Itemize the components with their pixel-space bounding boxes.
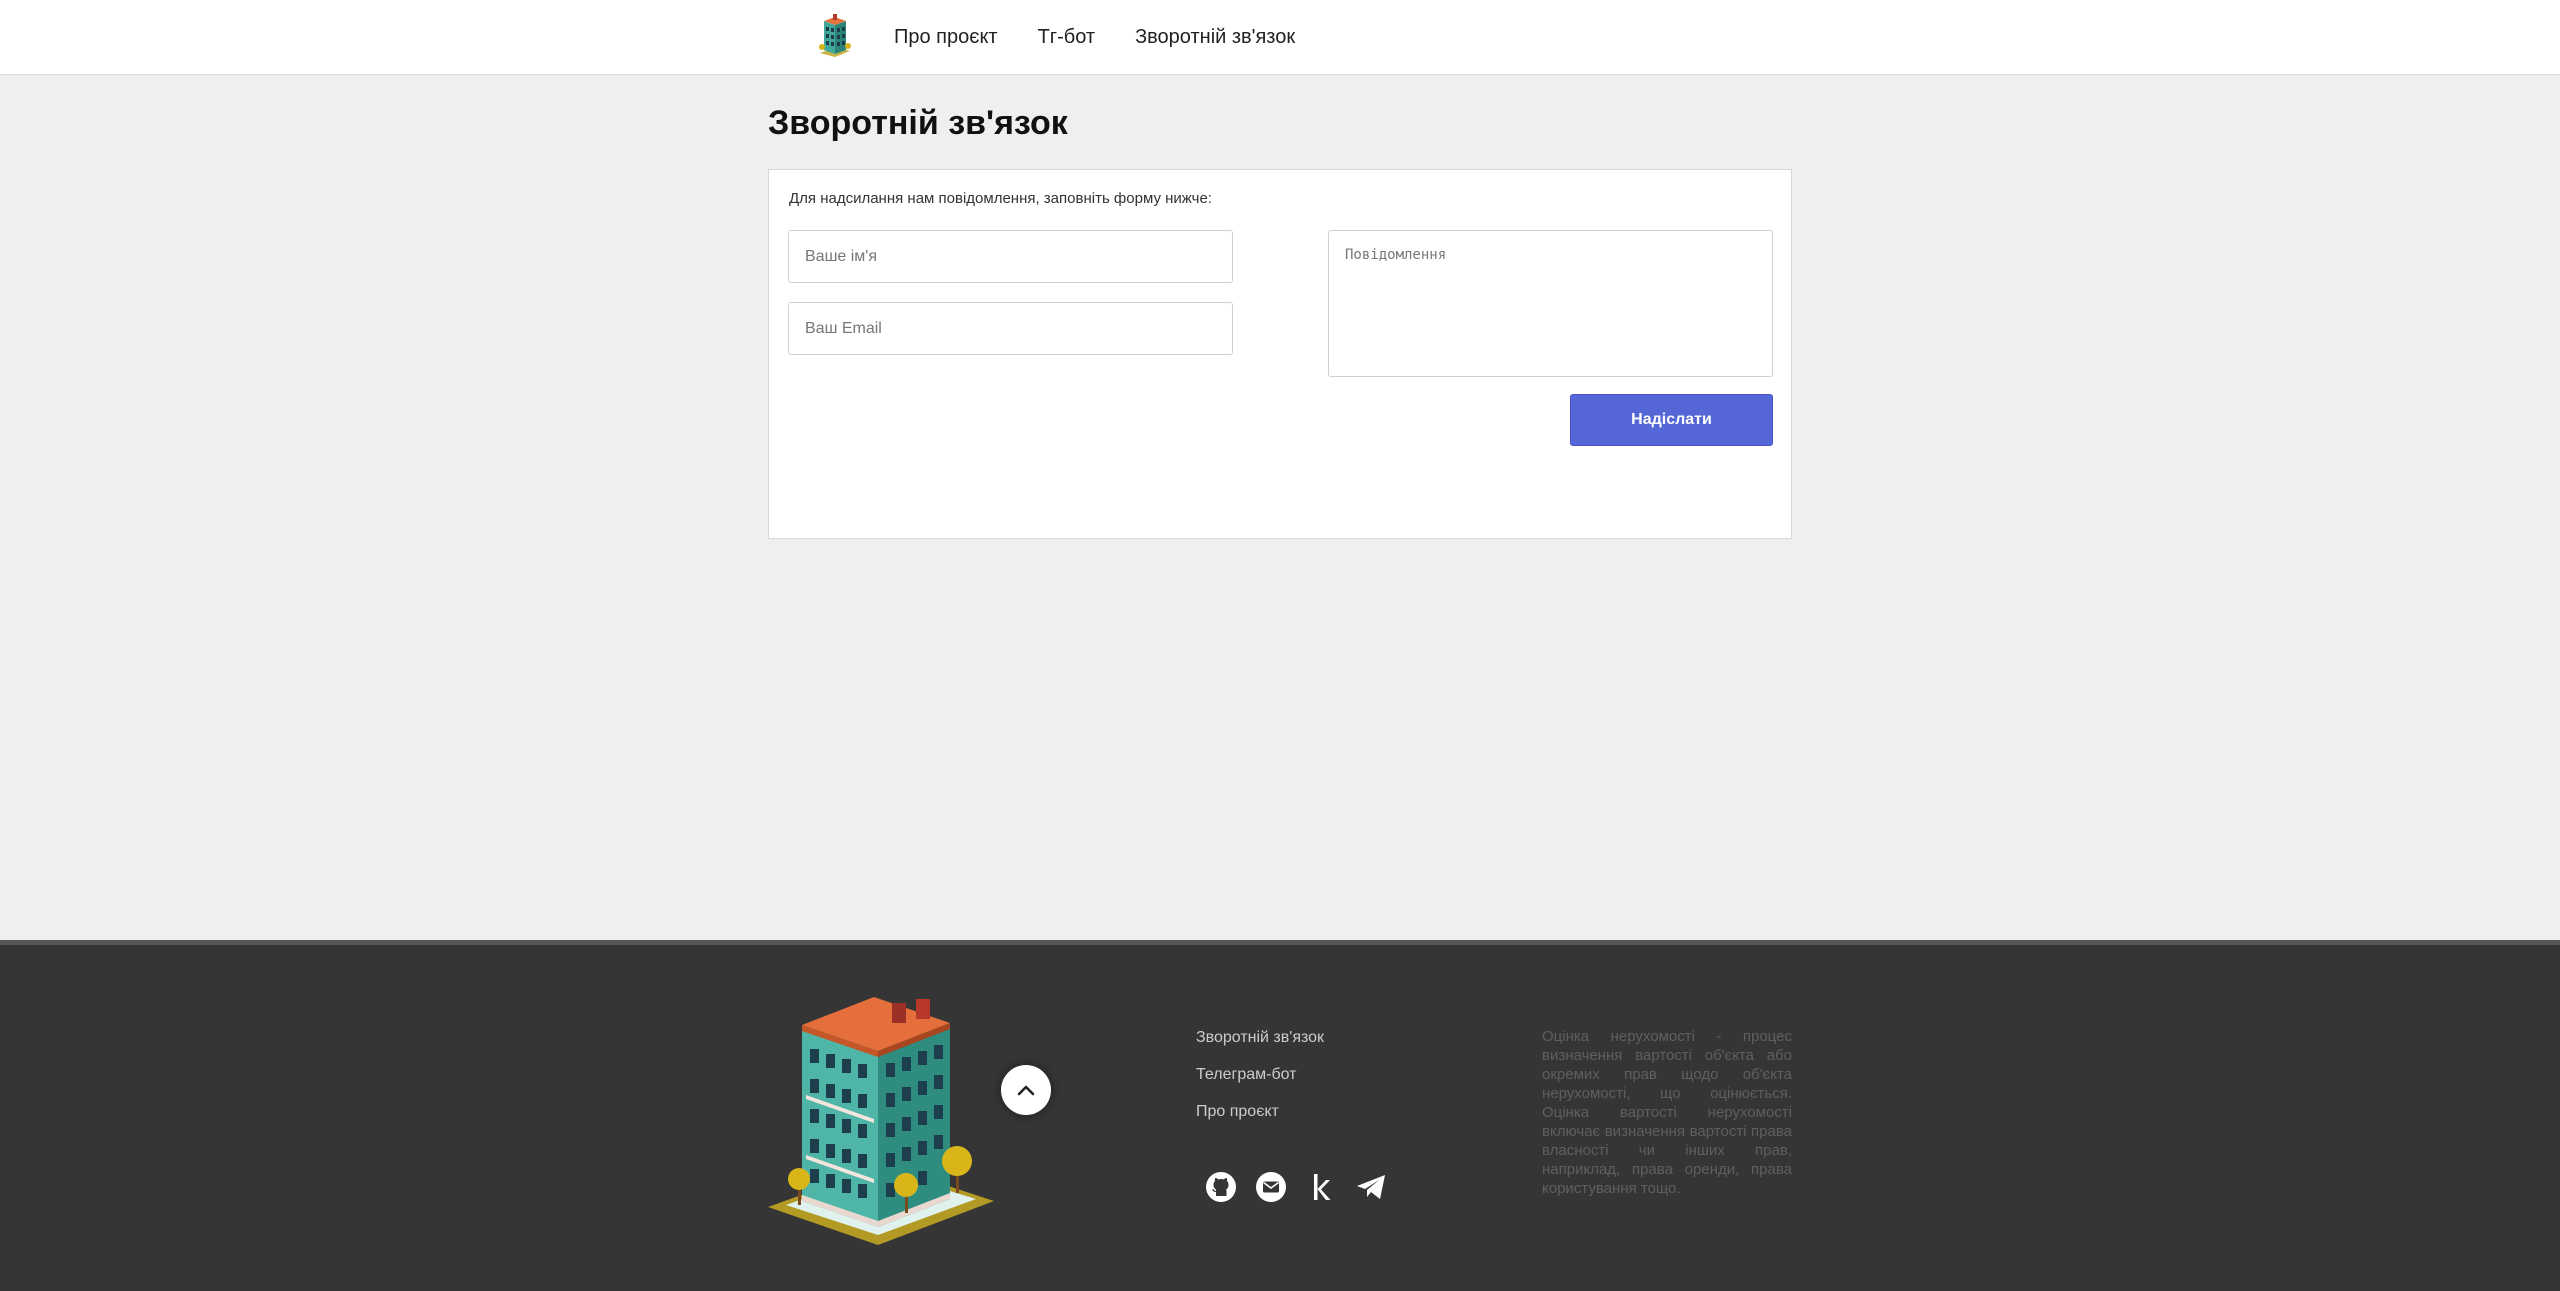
building-illustration	[768, 997, 994, 1245]
footer-link-telegram-bot[interactable]: Телеграм-бот	[1196, 1066, 1324, 1103]
main-nav: Про проєкт Тг-бот Зворотній зв'язок	[894, 0, 1335, 75]
footer-link-feedback[interactable]: Зворотній зв'язок	[1196, 1029, 1324, 1066]
footer-links: Зворотній зв'язок Телеграм-бот Про проєк…	[1196, 1029, 1324, 1140]
telegram-icon[interactable]	[1354, 1170, 1388, 1204]
chevron-up-icon	[1017, 1085, 1035, 1096]
submit-button[interactable]: Надіслати	[1570, 394, 1773, 446]
email-input[interactable]	[788, 302, 1233, 355]
nav-item-tg-bot[interactable]: Тг-бот	[1038, 26, 1095, 49]
site-header: Про проєкт Тг-бот Зворотній зв'язок	[0, 0, 2560, 75]
kaggle-icon[interactable]	[1304, 1170, 1338, 1204]
footer-link-about[interactable]: Про проєкт	[1196, 1103, 1324, 1140]
nav-item-about[interactable]: Про проєкт	[894, 26, 998, 49]
social-links	[1204, 1170, 1404, 1204]
building-logo-icon[interactable]	[816, 13, 854, 57]
message-textarea[interactable]	[1328, 230, 1773, 377]
site-footer: Зворотній зв'язок Телеграм-бот Про проєк…	[0, 940, 2560, 1291]
github-icon[interactable]	[1204, 1170, 1238, 1204]
page-title: Зворотній зв'язок	[768, 104, 1068, 142]
name-input[interactable]	[788, 230, 1233, 283]
email-icon[interactable]	[1254, 1170, 1288, 1204]
form-intro-text: Для надсилання нам повідомлення, заповні…	[789, 190, 1212, 207]
feedback-form-card: Для надсилання нам повідомлення, заповні…	[768, 169, 1792, 539]
scroll-to-top-button[interactable]	[1001, 1065, 1051, 1115]
footer-description: Оцінка нерухомості - процес визначення в…	[1542, 1028, 1792, 1197]
nav-item-feedback[interactable]: Зворотній зв'язок	[1135, 26, 1295, 49]
